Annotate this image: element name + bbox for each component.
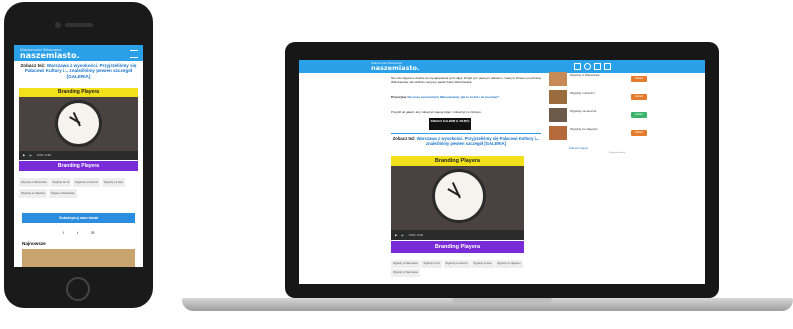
offer-title: Wyjazdy ze zdjęciem xyxy=(570,127,598,131)
volume-icon[interactable]: 🔈 xyxy=(401,233,405,237)
article-paragraph: Przejdź do galerii, aby zobaczyć więcej … xyxy=(391,110,482,114)
zobacz-prefix: Zobacz też: xyxy=(20,63,46,68)
facebook-icon[interactable]: f xyxy=(63,230,64,235)
tag[interactable]: Wyjazdy w Warszawie xyxy=(19,178,49,187)
tag[interactable]: Wyjazdy ze zdjęciem xyxy=(19,189,48,198)
zobacz-link[interactable]: Warszawa z wysokości. Przyjrzeliśmy się … xyxy=(417,136,540,146)
offer-button[interactable]: zobacz xyxy=(631,130,647,136)
play-icon[interactable]: ▶ xyxy=(395,233,397,237)
clock-image xyxy=(55,100,102,147)
tag[interactable]: Wyjazdy w Warszawie xyxy=(391,260,420,268)
offer-thumbnail xyxy=(549,126,567,140)
gallery-button[interactable]: ZOBACZ GALERIĘ (1 ZDJĘĆ) xyxy=(429,118,471,130)
tag[interactable]: Wyjazdy na wieczór xyxy=(73,178,101,187)
video-branding-banner: Branding Playera xyxy=(391,156,524,166)
laptop-screen: Wiadomości Warszawa naszemiasto. Wiadomo… xyxy=(299,60,705,284)
sidebar-offer[interactable]: Wyjazdy z dziećmi zobacz xyxy=(549,90,647,106)
menu-icon[interactable] xyxy=(130,50,138,58)
video-controls: ▶ 🔈 0:00 / 0:26 xyxy=(19,151,138,160)
offer-button[interactable]: zobacz xyxy=(631,112,647,118)
search-icon[interactable] xyxy=(574,63,581,70)
offer-button[interactable]: zobacz xyxy=(631,76,647,82)
subscribe-button[interactable]: Subskrybuj nasz kanał xyxy=(22,213,135,223)
sidebar-footnote: Wszystkie oferty xyxy=(609,152,625,154)
tag[interactable]: Wyjazdy na dwa xyxy=(471,260,494,268)
zobacz-tez-headline[interactable]: Zobacz też: Warszawa z wysokości. Przyjr… xyxy=(391,136,541,146)
tag[interactable]: Święta w Warszawie xyxy=(48,189,77,198)
share-bar: f t ✉ xyxy=(14,230,143,236)
phone-camera xyxy=(55,22,61,28)
purple-branding-banner: Branding Playera xyxy=(19,161,138,171)
przeczytaj-link[interactable]: Na mocy zwrotu Karty Warszawskiej, jak t… xyxy=(408,95,499,99)
sidebar-offer[interactable]: Wyjazdy na wieczór zobacz xyxy=(549,108,647,124)
video-time: 0:00 / 0:26 xyxy=(36,153,51,157)
offer-title: Wyjazdy w Warszawie xyxy=(570,73,600,77)
offer-thumbnail xyxy=(549,108,567,122)
tag[interactable]: Wyjazdy ze zdjęciem xyxy=(495,260,523,268)
brand-logo[interactable]: naszemiasto. xyxy=(20,51,80,60)
clock-image xyxy=(432,169,486,223)
brand-logo[interactable]: naszemiasto. xyxy=(371,64,419,72)
zobacz-prefix: Zobacz też: xyxy=(392,136,416,141)
article-paragraph: Nie robi zdjęcia w drodze do wynajdywani… xyxy=(391,76,541,84)
tag[interactable]: Wyjazdy w Warszawie xyxy=(391,269,420,277)
tag[interactable]: Wyjazdy do 10 xyxy=(50,178,72,187)
offer-title: Wyjazdy z dziećmi xyxy=(570,91,595,95)
play-icon[interactable]: ▶ xyxy=(23,153,25,157)
video-player[interactable]: Branding Playera ▶ 🔈 0:00 / 0:26 xyxy=(391,156,524,240)
bell-icon[interactable] xyxy=(594,63,601,70)
tag[interactable]: Wyjazdy do 10 xyxy=(421,260,442,268)
offer-thumbnail xyxy=(549,90,567,104)
przeczytaj-line: Przeczytaj: Na mocy zwrotu Karty Warszaw… xyxy=(391,95,541,99)
tag[interactable]: Wyjazdy na wieczór xyxy=(443,260,470,268)
video-branding-banner: Branding Playera xyxy=(19,88,138,97)
przeczytaj-prefix: Przeczytaj: xyxy=(391,95,407,99)
sidebar-offer[interactable]: Wyjazdy ze zdjęciem zobacz xyxy=(549,126,647,142)
purple-branding-banner: Branding Playera xyxy=(391,241,524,253)
news-thumbnail[interactable] xyxy=(22,249,135,267)
mail-icon[interactable]: ✉ xyxy=(91,230,94,235)
phone-home-button xyxy=(66,277,90,301)
phone-speaker xyxy=(65,23,93,27)
phone-header: Wiadomości Warszawa naszemiasto. xyxy=(14,45,143,61)
offer-button[interactable]: zobacz xyxy=(631,94,647,100)
phone-screen: Wiadomości Warszawa naszemiasto. Zobacz … xyxy=(14,45,143,267)
offer-title: Wyjazdy na wieczór xyxy=(570,109,597,113)
cart-icon[interactable] xyxy=(604,63,611,70)
sidebar-offer[interactable]: Wyjazdy w Warszawie zobacz xyxy=(549,72,647,88)
tag-list: Wyjazdy w Warszawie Wyjazdy do 10 Wyjazd… xyxy=(19,178,138,200)
sidebar-offers: Wyjazdy w Warszawie zobacz Wyjazdy z dzi… xyxy=(549,72,647,172)
user-icon[interactable] xyxy=(584,63,591,70)
sidebar-more-link[interactable]: Zobacz więcej xyxy=(569,146,588,150)
video-controls: ▶ 🔈 0:00 / 0:26 xyxy=(391,230,524,240)
zobacz-tez-headline[interactable]: Zobacz też: Warszawa z wysokości. Przyjr… xyxy=(18,63,139,79)
divider xyxy=(391,133,541,134)
laptop-notch xyxy=(452,298,552,303)
offer-thumbnail xyxy=(549,72,567,86)
section-heading: Najnowsze xyxy=(22,241,46,246)
video-player[interactable]: Branding Playera ▶ 🔈 0:00 / 0:26 xyxy=(19,88,138,160)
twitter-icon[interactable]: t xyxy=(77,230,78,235)
video-time: 0:00 / 0:26 xyxy=(408,233,423,237)
volume-icon[interactable]: 🔈 xyxy=(29,153,33,157)
tag[interactable]: Wyjazdy na dwa xyxy=(101,178,125,187)
tag-list: Wyjazdy w Warszawie Wyjazdy do 10 Wyjazd… xyxy=(391,260,541,278)
